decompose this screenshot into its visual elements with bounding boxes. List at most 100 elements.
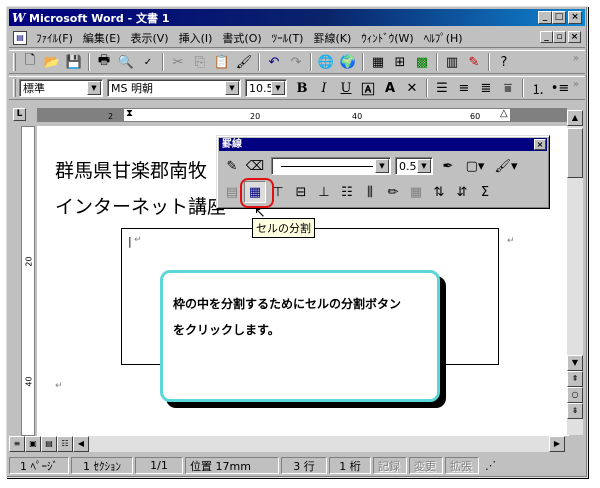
- menu-edit[interactable]: 編集(E): [78, 30, 126, 46]
- spelling-icon[interactable]: ✓: [137, 52, 159, 72]
- status-track-changes[interactable]: 変更: [409, 457, 443, 474]
- new-document-icon[interactable]: 🗋: [19, 52, 41, 72]
- toolbar-grip[interactable]: [13, 53, 16, 71]
- toolbar-more-icon[interactable]: »: [573, 79, 579, 90]
- previous-page-icon[interactable]: ⇞: [567, 371, 583, 387]
- font-size-select[interactable]: 10.5 ▼: [245, 79, 287, 97]
- character-shading-icon[interactable]: A: [379, 78, 401, 98]
- next-page-icon[interactable]: ⇟: [567, 403, 583, 419]
- print-icon[interactable]: 🖶: [93, 52, 115, 72]
- menu-table[interactable]: 罫線(K): [308, 30, 356, 46]
- line-weight-select[interactable]: 0.5 ▼: [395, 157, 433, 175]
- doc-restore-button[interactable]: ▫: [553, 31, 566, 43]
- columns-icon[interactable]: ▥: [441, 52, 463, 72]
- style-select[interactable]: 標準 ▼: [19, 79, 103, 97]
- drawing-icon[interactable]: ✎: [463, 52, 485, 72]
- browse-object-icon[interactable]: ○: [567, 387, 583, 403]
- horizontal-ruler[interactable]: 2 ⧗ 20 40 60 △: [37, 108, 567, 122]
- chevron-down-icon[interactable]: ▼: [417, 159, 431, 173]
- scroll-right-icon[interactable]: ▶: [549, 436, 565, 452]
- chevron-down-icon[interactable]: ▼: [375, 159, 389, 173]
- menu-tools[interactable]: ﾂｰﾙ(T): [267, 30, 309, 46]
- tables-borders-icon[interactable]: ▦: [367, 52, 389, 72]
- change-text-direction-icon[interactable]: ▦: [405, 181, 427, 203]
- tab-selector-icon[interactable]: L: [13, 108, 26, 121]
- bold-icon[interactable]: B: [291, 78, 313, 98]
- status-record-macro[interactable]: 記録: [373, 457, 407, 474]
- vertical-ruler[interactable]: 20 40: [21, 126, 35, 436]
- web-layout-icon[interactable]: ▣: [25, 436, 41, 452]
- menu-format[interactable]: 書式(O): [217, 30, 266, 46]
- chevron-down-icon[interactable]: ▼: [271, 81, 285, 95]
- borders-toolbar-close-button[interactable]: ×: [534, 139, 546, 150]
- paste-icon[interactable]: 📋: [211, 52, 233, 72]
- align-bottom-icon[interactable]: ⊥: [313, 181, 335, 203]
- status-extend[interactable]: 拡張: [445, 457, 479, 474]
- print-preview-icon[interactable]: 🔍: [115, 52, 137, 72]
- distributed-align-icon[interactable]: ⩸: [497, 78, 519, 98]
- vertical-scrollbar[interactable]: ▲ ▼ ⇞ ○ ⇟: [567, 110, 583, 435]
- format-painter-icon[interactable]: 🖌: [233, 52, 255, 72]
- insert-table-icon[interactable]: ⊞: [389, 52, 411, 72]
- toolbar-grip[interactable]: [13, 79, 16, 97]
- scroll-up-icon[interactable]: ▲: [567, 110, 583, 126]
- normal-view-icon[interactable]: ≡: [9, 436, 25, 452]
- underline-icon[interactable]: U: [335, 78, 357, 98]
- bullets-icon[interactable]: •≡: [549, 78, 571, 98]
- web-toolbar-icon[interactable]: 🌍: [337, 52, 359, 72]
- undo-icon[interactable]: ↶: [263, 52, 285, 72]
- outline-view-icon[interactable]: ☷: [57, 436, 73, 452]
- autosum-icon[interactable]: Σ: [474, 181, 496, 203]
- scroll-thumb[interactable]: [567, 128, 583, 178]
- table-autoformat-icon[interactable]: ✏: [382, 181, 404, 203]
- doc-close-button[interactable]: ×: [568, 31, 581, 43]
- distribute-rows-icon[interactable]: ☷: [336, 181, 358, 203]
- distribute-columns-icon[interactable]: ⫼: [359, 181, 381, 203]
- cut-icon[interactable]: ✂: [167, 52, 189, 72]
- sort-ascending-icon[interactable]: ⇅: [428, 181, 450, 203]
- menu-view[interactable]: 表示(V): [125, 30, 173, 46]
- menu-window[interactable]: ｳｨﾝﾄﾞｳ(W): [356, 30, 418, 46]
- scroll-down-icon[interactable]: ▼: [567, 355, 583, 371]
- insert-excel-icon[interactable]: ▩: [411, 52, 433, 72]
- outside-border-icon[interactable]: ▢▾: [460, 155, 490, 177]
- line-style-select[interactable]: ▼: [271, 157, 391, 175]
- copy-icon[interactable]: ⎘: [189, 52, 211, 72]
- menu-file[interactable]: ﾌｧｲﾙ(F): [31, 30, 78, 46]
- save-icon[interactable]: 💾: [63, 52, 85, 72]
- print-layout-icon[interactable]: ▤: [41, 436, 57, 452]
- right-align-icon[interactable]: ≣: [475, 78, 497, 98]
- minimize-button[interactable]: _: [538, 11, 552, 24]
- border-color-icon[interactable]: ✒: [437, 155, 459, 177]
- menu-insert[interactable]: 挿入(I): [174, 30, 218, 46]
- align-center-vertical-icon[interactable]: ⊟: [290, 181, 312, 203]
- doc-minimize-button[interactable]: _: [540, 31, 553, 43]
- resize-grip-icon[interactable]: ⋰: [481, 457, 501, 474]
- indent-marker-icon[interactable]: ⧗: [126, 108, 133, 119]
- numbering-icon[interactable]: ⒈: [527, 78, 549, 98]
- justify-icon[interactable]: ☰: [431, 78, 453, 98]
- scroll-left-icon[interactable]: ◀: [73, 436, 89, 452]
- center-align-icon[interactable]: ≡: [453, 78, 475, 98]
- close-button[interactable]: ×: [568, 11, 582, 24]
- chevron-down-icon[interactable]: ▼: [87, 81, 101, 95]
- horizontal-scrollbar[interactable]: ≡ ▣ ▤ ☷ ◀ ▶: [9, 436, 565, 452]
- shading-color-icon[interactable]: 🖌▾: [491, 155, 521, 177]
- draw-table-icon[interactable]: ✎: [221, 155, 243, 177]
- redo-icon[interactable]: ↷: [285, 52, 307, 72]
- menu-help[interactable]: ﾍﾙﾌﾟ(H): [419, 30, 468, 46]
- character-border-icon[interactable]: 🄰: [357, 78, 379, 98]
- open-folder-icon[interactable]: 📂: [41, 52, 63, 72]
- sort-descending-icon[interactable]: ⇵: [451, 181, 473, 203]
- eraser-icon[interactable]: ⌫: [244, 155, 266, 177]
- maximize-button[interactable]: □: [552, 11, 566, 24]
- toolbar-more-icon[interactable]: »: [573, 53, 579, 64]
- phonetic-guide-icon[interactable]: ✕: [401, 78, 423, 98]
- document-icon[interactable]: ▤: [13, 30, 27, 45]
- borders-toolbar-title[interactable]: 罫線 ×: [219, 138, 547, 151]
- chevron-down-icon[interactable]: ▼: [225, 81, 239, 95]
- right-indent-marker-icon[interactable]: △: [500, 108, 508, 119]
- italic-icon[interactable]: I: [313, 78, 335, 98]
- hyperlink-icon[interactable]: 🌐: [315, 52, 337, 72]
- help-icon[interactable]: ?: [493, 52, 515, 72]
